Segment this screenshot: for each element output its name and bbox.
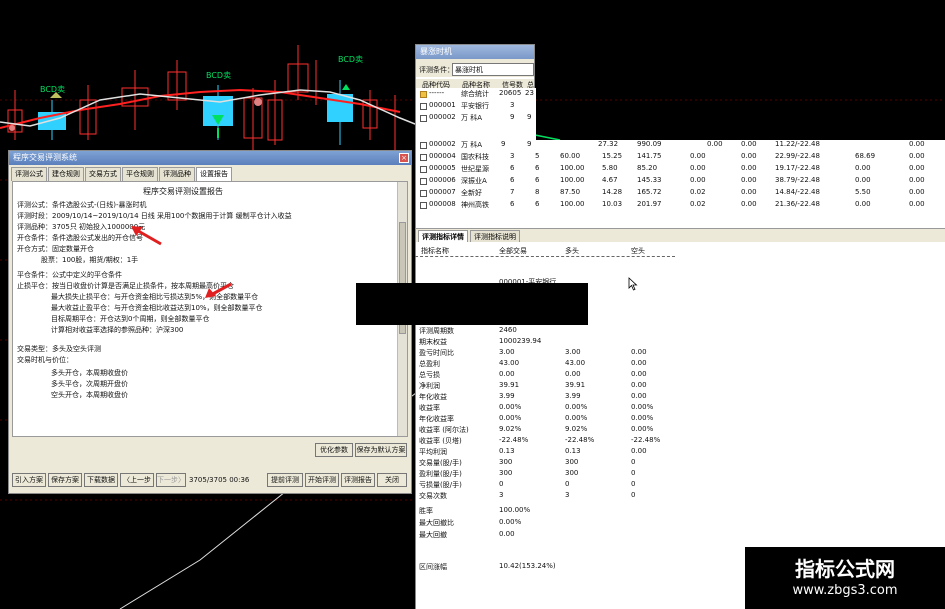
save-scheme-button[interactable]: 保存方案 xyxy=(48,473,82,487)
report-line: 多头平仓，次周期开盘价 xyxy=(51,380,128,388)
mouse-cursor-icon xyxy=(628,277,638,291)
prev-step-button[interactable]: 〈上一步 xyxy=(120,473,154,487)
signal-label: BCD卖 xyxy=(40,85,65,94)
close-icon[interactable]: × xyxy=(399,153,409,163)
report-line: 交易时机与价位： xyxy=(17,356,73,364)
row-checkbox[interactable] xyxy=(420,166,427,173)
metrics-table: 评测周期数 2460 期末权益 1000239.94 盈亏时间比 3.00 3.… xyxy=(419,326,661,571)
report-line: 目标周期平仓：开仓达到0个周期，则全部数量平仓 xyxy=(51,315,210,323)
watermark-url: www.zbgs3.com xyxy=(792,583,898,598)
row-checkbox[interactable] xyxy=(420,190,427,197)
red-arrow-icon xyxy=(205,282,232,298)
row-checkbox[interactable] xyxy=(420,178,427,185)
progress-text: 3705/3705 00:36 xyxy=(189,476,250,484)
report-panel: 程序交易评测设置报告 评测公式：条件选股公式-(日线)-暴涨时机 评测时段：20… xyxy=(12,181,408,437)
row-checkbox[interactable] xyxy=(420,154,427,161)
watermark-title: 指标公式网 xyxy=(795,557,895,581)
report-line: 评测品种：3705只 初始投入1000000元 xyxy=(17,223,146,231)
tab-close-rules[interactable]: 平仓规则 xyxy=(122,167,158,181)
report-line: 止损平仓：按当日收盘价计算是否满足止损条件，按本周期最高价平仓 xyxy=(17,282,234,290)
early-test-button[interactable]: 提前评测 xyxy=(267,473,303,487)
report-line: 股票：100股，期货/期权：1手 xyxy=(41,256,139,264)
metrics-tabbar: 评测指标详情 评测指标说明 xyxy=(415,228,945,243)
next-step-button[interactable]: 下一步〉 xyxy=(156,473,186,487)
report-line: 评测公式：条件选股公式-(日线)-暴涨时机 xyxy=(17,201,147,209)
metrics-header-row: 指标名称 全部交易 多头 空头 xyxy=(415,244,675,257)
report-line: 交易类型：多头及空头评测 xyxy=(17,345,101,353)
report-line: 平仓条件：公式中定义的平仓条件 xyxy=(17,271,122,279)
report-line: 开仓方式：固定数量开仓 xyxy=(17,245,94,253)
rows-top-overlay: ------ 综合统计 20605 23 000001 平安银行 3 00000… xyxy=(415,88,535,140)
red-arrow-icon xyxy=(131,226,162,246)
signal-label: BCD卖 xyxy=(338,55,363,64)
report-line: 空头开仓，本周期收盘价 xyxy=(51,391,128,399)
report-line: 最大收益止盈平仓：与开仓资金相比收益达到10%，则全部数量平仓 xyxy=(51,304,263,312)
signal-label: BCD卖 xyxy=(206,71,231,80)
tab-instruments[interactable]: 评测品种 xyxy=(159,167,195,181)
report-line: 计算相对收益率选择的参照品种：沪深300 xyxy=(51,326,184,334)
row-checkbox[interactable] xyxy=(420,202,427,209)
tab-settings-report[interactable]: 设置报告 xyxy=(196,167,232,181)
condition-label: 评测条件： xyxy=(419,66,454,74)
result-window-title: 暴涨时机 xyxy=(416,45,534,59)
redaction-block xyxy=(356,283,588,325)
tab-trade-mode[interactable]: 交易方式 xyxy=(85,167,121,181)
dialog-title: 程序交易评测系统 xyxy=(9,151,411,165)
backtest-settings-dialog[interactable]: 程序交易评测系统 × 评测公式 建仓规则 交易方式 平仓规则 评测品种 设置报告… xyxy=(8,150,412,494)
optimize-params-button[interactable]: 优化参数 xyxy=(315,443,353,457)
import-scheme-button[interactable]: 引入方案 xyxy=(12,473,46,487)
report-line: 多头开仓，本周期收盘价 xyxy=(51,369,128,377)
folder-icon xyxy=(420,91,427,98)
row-checkbox[interactable] xyxy=(420,142,427,149)
report-line: 评测时段：2009/10/14~2019/10/14 日线 采用100个数据用于… xyxy=(17,212,292,220)
save-default-button[interactable]: 保存为默认方案 xyxy=(355,443,407,457)
result-rows-lower: 000002 万 科A 9 9 27.32 990.09 0.00 0.00 1… xyxy=(415,138,945,228)
condition-select[interactable]: 暴涨时机 xyxy=(452,63,534,76)
report-title: 程序交易评测设置报告 xyxy=(143,187,223,196)
row-checkbox[interactable] xyxy=(420,115,427,122)
close-button[interactable]: 关闭 xyxy=(377,473,407,487)
test-report-button[interactable]: 评测报告 xyxy=(341,473,375,487)
tab-open-rules[interactable]: 建仓规则 xyxy=(48,167,84,181)
row-checkbox[interactable] xyxy=(420,103,427,110)
tab-formula[interactable]: 评测公式 xyxy=(11,167,47,181)
watermark-box: 指标公式网 www.zbgs3.com xyxy=(745,547,945,609)
report-line: 开仓条件：条件选股公式发出的开仓信号 xyxy=(17,234,143,242)
dialog-tabs: 评测公式 建仓规则 交易方式 平仓规则 评测品种 设置报告 xyxy=(11,167,233,181)
download-data-button[interactable]: 下载数据 xyxy=(84,473,118,487)
start-test-button[interactable]: 开始评测 xyxy=(305,473,339,487)
